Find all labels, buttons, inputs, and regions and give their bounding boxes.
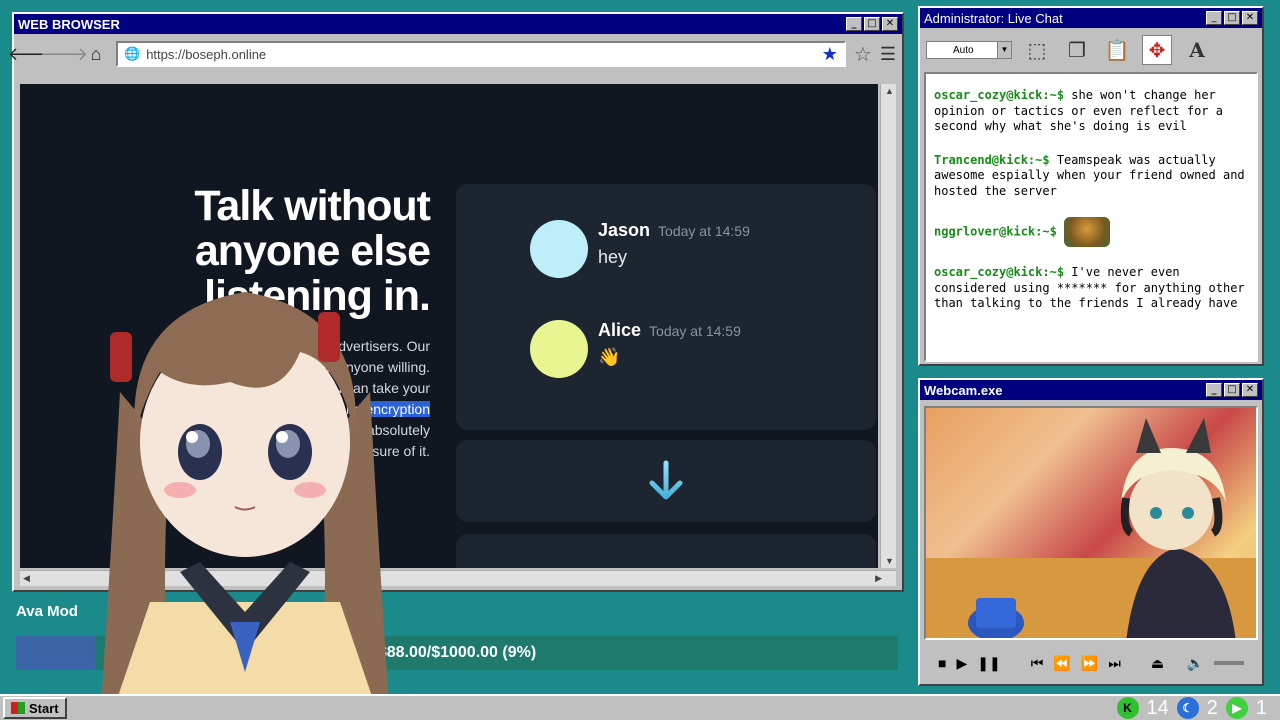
vtuber-avatar-image — [100, 292, 390, 720]
chat-username: oscar_cozy@kick:~$ — [934, 88, 1065, 102]
message-text: 👋 — [598, 347, 621, 367]
start-label: Start — [29, 700, 59, 716]
chat-entry: Trancend@kick:~$ Teamspeak was actually … — [934, 153, 1248, 200]
tray-count: 1 — [1255, 696, 1267, 719]
chat-entry: nggrlover@kick:~$ — [934, 217, 1248, 247]
browser-titlebar[interactable]: WEB BROWSER _ □ ✕ — [14, 14, 902, 34]
skip-forward-icon[interactable]: ⏭ — [1108, 655, 1121, 672]
play-icon[interactable]: ▶ — [956, 655, 967, 672]
maximize-button[interactable]: □ — [1224, 11, 1240, 25]
scroll-down-icon[interactable]: ▼ — [885, 556, 894, 566]
vertical-scrollbar[interactable]: ▲ ▼ — [880, 84, 896, 568]
minimize-button[interactable]: _ — [846, 17, 862, 31]
live-chat-window: Administrator: Live Chat _ □ ✕ Auto ▼ ⬚ … — [918, 6, 1264, 366]
chat-title: Administrator: Live Chat — [924, 10, 1063, 26]
paste-icon[interactable]: 📋 — [1102, 35, 1132, 65]
kick-icon[interactable]: K — [1116, 697, 1139, 719]
message-time: Today at 14:59 — [649, 323, 741, 339]
copy-icon[interactable]: ❐ — [1062, 35, 1092, 65]
globe-icon: 🌐 — [124, 46, 141, 61]
fast-forward-icon[interactable]: ⏩ — [1081, 655, 1098, 672]
message-text: hey — [598, 247, 628, 267]
chat-username: oscar_cozy@kick:~$ — [934, 265, 1065, 279]
avatar — [530, 320, 588, 378]
eject-icon[interactable]: ⏏ — [1151, 655, 1164, 672]
close-button[interactable]: ✕ — [1242, 11, 1258, 25]
pause-icon[interactable]: ❚❚ — [977, 655, 1000, 672]
favorites-star-icon[interactable]: ☆ — [854, 42, 872, 67]
skip-back-icon[interactable]: ⏮ — [1031, 655, 1044, 672]
webcam-feed — [924, 406, 1258, 640]
start-button[interactable]: Start — [3, 697, 67, 719]
message-time: Today at 14:59 — [658, 223, 750, 239]
scroll-down-card[interactable] — [456, 440, 876, 522]
home-icon[interactable]: ⌂ — [84, 42, 108, 66]
bookmark-star-filled-icon[interactable]: ★ — [822, 44, 838, 65]
windows-logo-icon — [11, 702, 25, 714]
font-icon[interactable]: A — [1182, 35, 1212, 65]
volume-slider[interactable] — [1214, 661, 1244, 665]
taskbar: Start K 14 ☾ 2 ▶ 1 — [0, 694, 1280, 720]
moon-icon[interactable]: ☾ — [1176, 697, 1199, 719]
media-controls: ■ ▶ ❚❚ ⏮ ⏪ ⏩ ⏭ ⏏ 🔈 — [924, 646, 1258, 680]
emote-image — [1064, 217, 1111, 247]
message-author: Jason — [598, 220, 651, 240]
chat-message: Jason Today at 14:59 hey — [530, 220, 750, 278]
font-size-value: Auto — [953, 44, 974, 56]
webcam-window: Webcam.exe _ □ ✕ ■ ▶ ❚❚ ⏮ ⏪ ⏩ ⏭ ⏏ 🔈 — [918, 378, 1264, 686]
select-tool-icon[interactable]: ⬚ — [1022, 35, 1052, 65]
stop-icon[interactable]: ■ — [938, 655, 946, 671]
webcam-titlebar[interactable]: Webcam.exe _ □ ✕ — [920, 380, 1262, 400]
url-text: https://boseph.online — [146, 46, 267, 62]
webcam-avatar-image — [926, 418, 1256, 638]
move-icon[interactable]: ✥ — [1142, 35, 1172, 65]
play-circle-icon[interactable]: ▶ — [1225, 697, 1248, 719]
avatar — [530, 220, 588, 278]
font-size-select[interactable]: Auto ▼ — [926, 41, 1012, 59]
minimize-button[interactable]: _ — [1206, 383, 1222, 397]
scroll-right-icon[interactable]: ▶ — [875, 573, 882, 584]
close-button[interactable]: ✕ — [1242, 383, 1258, 397]
message-author: Alice — [598, 320, 642, 340]
volume-icon[interactable]: 🔈 — [1187, 655, 1204, 672]
chat-entry: oscar_cozy@kick:~$ she won't change her … — [934, 88, 1248, 135]
down-arrow-icon — [649, 460, 683, 500]
chat-preview-card: Jason Today at 14:59 hey Alice Today at 14… — [456, 184, 876, 430]
tray-count: 14 — [1146, 696, 1169, 719]
content-card — [456, 534, 876, 568]
rewind-icon[interactable]: ⏪ — [1053, 655, 1070, 672]
address-toolbar: 🡐 🡒 ⌂ 🌐 https://boseph.online ★ ☆ ☰ — [8, 34, 902, 74]
tray-count: 2 — [1206, 696, 1218, 719]
goal-label: Ava Mod — [16, 603, 78, 620]
system-tray: K 14 ☾ 2 ▶ 1 — [1116, 696, 1278, 720]
scroll-up-icon[interactable]: ▲ — [885, 86, 894, 96]
url-bar[interactable]: 🌐 https://boseph.online ★ — [116, 41, 846, 67]
minimize-button[interactable]: _ — [1206, 11, 1222, 25]
scroll-left-icon[interactable]: ◀ — [23, 573, 30, 584]
menu-icon[interactable]: ☰ — [880, 44, 896, 65]
chat-entry: oscar_cozy@kick:~$ I've never even consi… — [934, 265, 1248, 312]
chat-username: Trancend@kick:~$ — [934, 152, 1050, 167]
chevron-down-icon: ▼ — [997, 42, 1011, 58]
chat-message: Alice Today at 14:59 👋 — [530, 320, 741, 378]
browser-title: WEB BROWSER — [18, 16, 120, 32]
webcam-title: Webcam.exe — [924, 382, 1003, 398]
chat-username: nggrlover@kick:~$ — [934, 224, 1057, 239]
chat-toolbar: Auto ▼ ⬚ ❐ 📋 ✥ A — [920, 28, 1262, 72]
maximize-button[interactable]: □ — [1224, 383, 1240, 397]
chat-log[interactable]: oscar_cozy@kick:~$ she won't change her … — [924, 72, 1258, 362]
chat-titlebar[interactable]: Administrator: Live Chat _ □ ✕ — [920, 8, 1262, 28]
close-button[interactable]: ✕ — [882, 17, 898, 31]
forward-arrow-icon[interactable]: 🡒 — [40, 42, 88, 66]
maximize-button[interactable]: □ — [864, 17, 880, 31]
